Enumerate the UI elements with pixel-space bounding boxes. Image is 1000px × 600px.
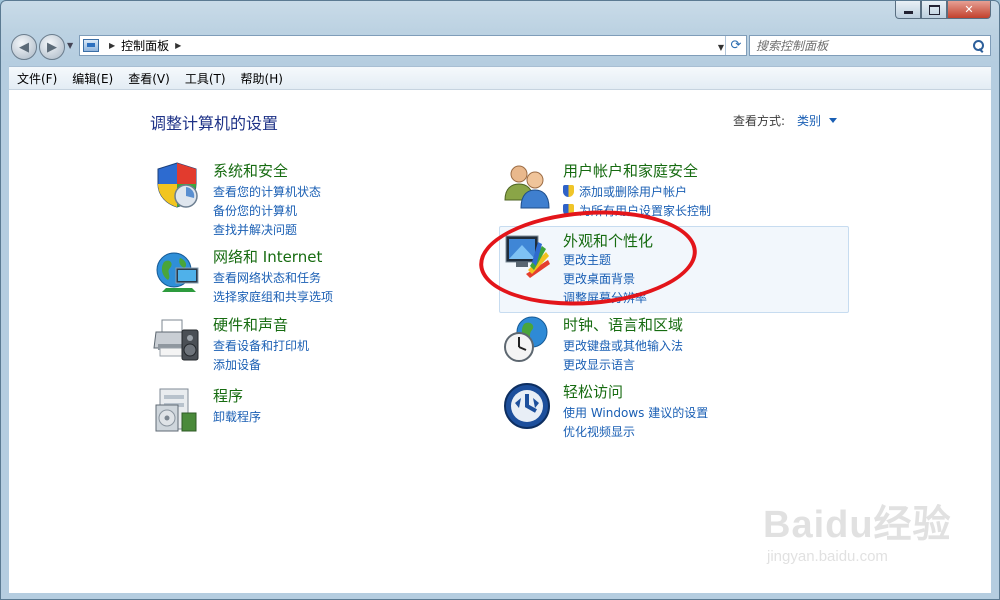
page-title: 调整计算机的设置 [150, 114, 279, 133]
maximize-icon [928, 4, 940, 15]
control-panel-icon [83, 39, 99, 52]
category-link[interactable]: 卸载程序 [213, 408, 261, 425]
category-title[interactable]: 网络和 Internet [213, 246, 322, 267]
control-panel-window: ✕ ◀ ▶ ▼ ▶ 控制面板 ▶ ▼ ⟳ 文件(F) 编辑(E) 查看(V) 工… [0, 0, 1000, 600]
menu-file[interactable]: 文件(F) [9, 70, 64, 87]
category-link[interactable]: 优化视频显示 [563, 423, 635, 440]
menu-edit[interactable]: 编辑(E) [64, 70, 120, 87]
category-link[interactable]: 备份您的计算机 [213, 202, 297, 219]
clock-globe-icon [504, 316, 548, 362]
search-input[interactable] [750, 37, 970, 54]
dropdown-arrow-icon[interactable] [829, 118, 837, 123]
search-box [749, 35, 991, 56]
menu-help[interactable]: 帮助(H) [233, 70, 290, 87]
breadcrumb-chevron-icon[interactable]: ▶ [175, 41, 181, 50]
category-link[interactable]: 查找并解决问题 [213, 221, 297, 238]
view-by-dropdown[interactable]: 类别 [797, 112, 821, 129]
category-link[interactable]: 更改桌面背景 [563, 270, 635, 287]
refresh-icon: ⟳ [730, 38, 742, 53]
category-link[interactable]: 使用 Windows 建议的设置 [563, 404, 708, 421]
network-globe-icon [156, 252, 199, 292]
navigation-bar: ◀ ▶ ▼ ▶ 控制面板 ▶ ▼ ⟳ [9, 33, 991, 61]
caption-buttons: ✕ [895, 1, 991, 19]
printer-speaker-icon [153, 319, 199, 361]
category-link[interactable]: 查看网络状态和任务 [213, 269, 321, 286]
category-title[interactable]: 程序 [213, 385, 243, 406]
refresh-button[interactable]: ⟳ [725, 36, 746, 55]
system-security-shield-icon [157, 162, 198, 208]
users-icon [504, 165, 550, 209]
appearance-monitor-icon [505, 235, 550, 278]
category-title[interactable]: 外观和个性化 [563, 230, 653, 251]
ease-of-access-icon [504, 383, 550, 429]
category-link[interactable]: 查看您的计算机状态 [213, 183, 321, 200]
close-button[interactable]: ✕ [947, 1, 991, 19]
breadcrumb-control-panel[interactable]: 控制面板 [121, 37, 169, 54]
category-title[interactable]: 硬件和声音 [213, 314, 288, 335]
recent-pages-dropdown-icon[interactable]: ▼ [67, 41, 73, 50]
category-link[interactable]: 添加或删除用户帐户 [563, 183, 687, 200]
back-arrow-icon: ◀ [19, 39, 29, 55]
minimize-button[interactable] [895, 1, 921, 19]
category-link[interactable]: 添加设备 [213, 356, 261, 373]
category-link[interactable]: 更改键盘或其他输入法 [563, 337, 683, 354]
menu-view[interactable]: 查看(V) [120, 70, 177, 87]
category-title[interactable]: 用户帐户和家庭安全 [563, 160, 698, 181]
category-link[interactable]: 选择家庭组和共享选项 [213, 288, 333, 305]
forward-arrow-icon: ▶ [47, 39, 57, 55]
category-link-text: 添加或删除用户帐户 [579, 185, 688, 199]
view-by: 查看方式: 类别 [733, 112, 837, 129]
menu-bar: 文件(F) 编辑(E) 查看(V) 工具(T) 帮助(H) [9, 66, 991, 89]
address-bar[interactable]: ▶ 控制面板 ▶ ▼ ⟳ [79, 35, 747, 56]
category-link[interactable]: 更改显示语言 [563, 356, 635, 373]
search-icon[interactable] [970, 38, 986, 54]
minimize-icon [903, 10, 913, 14]
maximize-button[interactable] [921, 1, 947, 19]
view-by-label: 查看方式: [732, 114, 785, 128]
forward-button[interactable]: ▶ [39, 34, 65, 60]
menu-tools[interactable]: 工具(T) [177, 70, 233, 87]
category-title[interactable]: 系统和安全 [213, 160, 288, 181]
category-title[interactable]: 轻松访问 [563, 381, 623, 402]
category-link-text: 为所有用户设置家长控制 [579, 204, 712, 218]
category-link[interactable]: 查看设备和打印机 [213, 337, 309, 354]
category-link[interactable]: 更改主题 [563, 251, 611, 268]
uac-shield-icon [563, 185, 574, 197]
category-title[interactable]: 时钟、语言和区域 [563, 314, 683, 335]
category-link[interactable]: 调整屏幕分辨率 [563, 289, 647, 306]
category-link[interactable]: 为所有用户设置家长控制 [563, 202, 711, 219]
programs-box-icon [155, 388, 197, 432]
uac-shield-icon [563, 204, 574, 216]
content-area: 调整计算机的设置 查看方式: 类别 系统和安全 查看您的计算机状态 备份您的计算… [9, 89, 991, 593]
address-dropdown-icon[interactable]: ▼ [718, 43, 724, 52]
breadcrumb-chevron-icon[interactable]: ▶ [109, 41, 115, 50]
back-button[interactable]: ◀ [11, 34, 37, 60]
